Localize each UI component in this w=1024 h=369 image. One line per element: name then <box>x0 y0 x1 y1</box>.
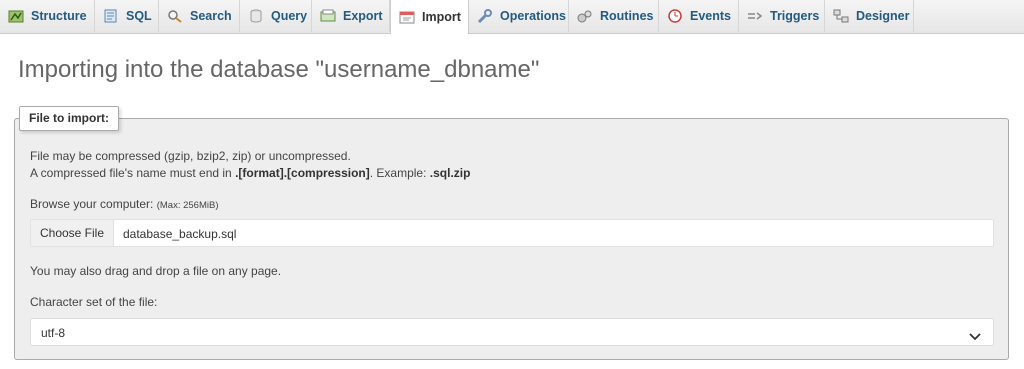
file-input[interactable]: Choose File database_backup.sql <box>30 219 994 247</box>
compression-info-line2: A compressed file's name must end in .[f… <box>30 166 471 180</box>
choose-file-button[interactable]: Choose File <box>31 220 114 246</box>
clock-icon <box>667 9 683 23</box>
tab-sql[interactable]: SQL <box>95 0 159 32</box>
export-icon <box>320 9 336 23</box>
wrench-icon <box>477 9 493 23</box>
triggers-icon <box>747 9 763 23</box>
designer-icon <box>833 9 849 23</box>
structure-icon <box>8 9 24 23</box>
tab-operations[interactable]: Operations <box>469 0 569 32</box>
charset-select[interactable]: utf-8 <box>30 318 994 346</box>
charset-label: Character set of the file: <box>30 295 158 309</box>
routines-icon <box>577 9 593 23</box>
drag-drop-hint: You may also drag and drop a file on any… <box>30 264 282 278</box>
max-size-note: (Max: 256MiB) <box>156 200 219 211</box>
browse-label: Browse your computer: (Max: 256MiB) <box>30 197 219 211</box>
compression-info-line1: File may be compressed (gzip, bzip2, zip… <box>30 149 351 163</box>
page-title: Importing into the database "username_db… <box>18 56 540 83</box>
tab-query[interactable]: Query <box>240 0 312 32</box>
tab-bar: Structure SQL Search Query Export Import <box>0 0 1024 34</box>
tab-import[interactable]: Import <box>390 0 469 34</box>
file-import-legend: File to import: <box>19 106 119 131</box>
sql-icon <box>103 9 119 23</box>
import-icon <box>399 10 415 24</box>
tab-search[interactable]: Search <box>159 0 240 32</box>
tab-export[interactable]: Export <box>312 0 390 32</box>
tab-events[interactable]: Events <box>659 0 739 32</box>
tab-designer[interactable]: Designer <box>825 0 914 32</box>
query-icon <box>248 9 264 23</box>
tab-routines[interactable]: Routines <box>569 0 659 32</box>
charset-value: utf-8 <box>41 326 66 340</box>
tab-triggers[interactable]: Triggers <box>739 0 825 32</box>
search-icon <box>167 9 183 23</box>
chevron-down-icon <box>969 328 981 346</box>
tab-structure[interactable]: Structure <box>0 0 95 32</box>
selected-file-name: database_backup.sql <box>123 227 237 241</box>
